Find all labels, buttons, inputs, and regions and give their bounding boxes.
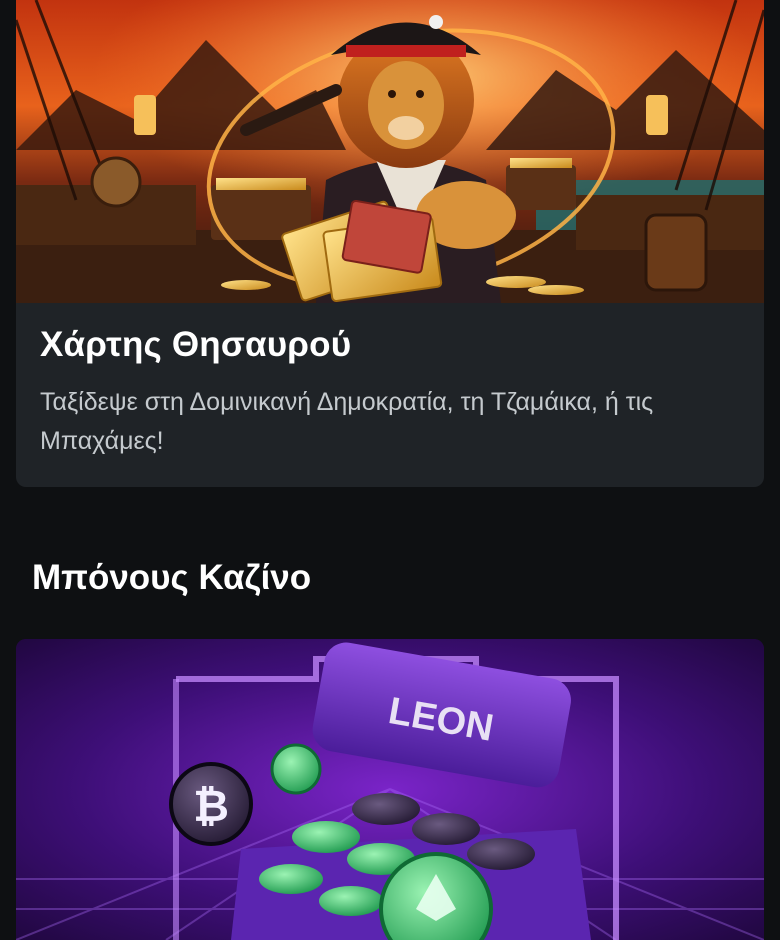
promo-title: Χάρτης Θησαυρού <box>40 325 352 364</box>
promo-card-treasure-map[interactable]: Χάρτης Θησαυρού Ταξίδεψε στη Δομινικανή … <box>16 0 764 487</box>
svg-text:₿: ₿ <box>193 782 229 831</box>
page: Χάρτης Θησαυρού Ταξίδεψε στη Δομινικανή … <box>0 0 780 940</box>
promo-description: Ταξίδεψε στη Δομινικανή Δημοκρατία, τη Τ… <box>40 388 654 455</box>
promo-banner-image <box>16 0 764 303</box>
bonus-banner-image: LEON ₿ <box>16 639 764 940</box>
section-title-casino-bonus: Μπόνους Καζίνο <box>32 558 312 597</box>
bonus-card-casino[interactable]: LEON ₿ <box>16 639 764 940</box>
